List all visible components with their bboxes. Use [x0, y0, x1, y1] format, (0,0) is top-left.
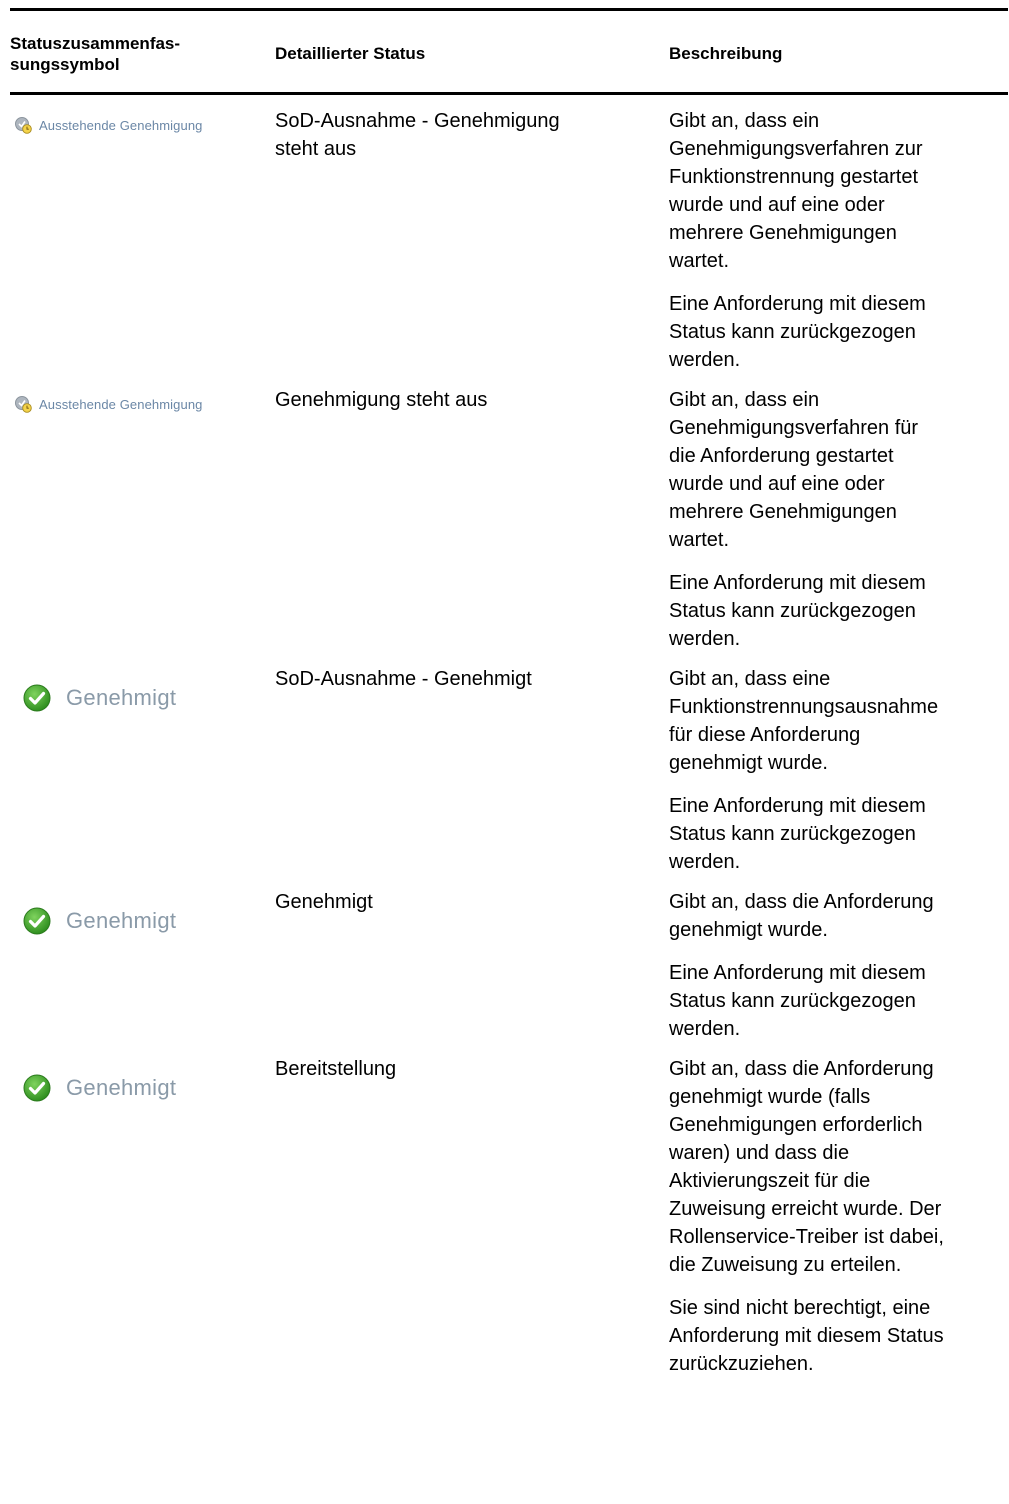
- approved-symbol: Genehmigt: [22, 683, 275, 713]
- description-paragraph: Eine Anforderung mit diesem Status kann …: [669, 569, 1008, 653]
- desc-line: Gibt an, dass die Anforderung: [669, 891, 934, 913]
- desc-line: werden.: [669, 628, 741, 650]
- desc-line: Funktionstrennungsausnahme: [669, 696, 939, 718]
- detail-cell: Bereitstellung: [275, 1043, 669, 1378]
- desc-line: genehmigt wurde (falls: [669, 1086, 871, 1108]
- description-paragraph: Gibt an, dass ein Genehmigungsverfahren …: [669, 107, 1008, 275]
- desc-line: mehrere Genehmigungen: [669, 501, 897, 523]
- desc-line: Eine Anforderung mit diesem: [669, 572, 926, 594]
- approved-label: Genehmigt: [66, 1075, 177, 1100]
- description-cell: Gibt an, dass die Anforderung genehmigt …: [669, 1043, 1008, 1378]
- green-check-icon: [22, 1073, 52, 1103]
- desc-line: waren) und dass die: [669, 1142, 850, 1164]
- table-row: Ausstehende Genehmigung Genehmigung steh…: [10, 374, 1008, 653]
- desc-line: die Zuweisung zu erteilen.: [669, 1254, 902, 1276]
- detail-cell: SoD-Ausnahme - Genehmigt: [275, 653, 669, 876]
- desc-line: Rollenservice-Treiber ist dabei,: [669, 1226, 944, 1248]
- approved-symbol: Genehmigt: [22, 1073, 275, 1103]
- detail-line: Genehmigung steht aus: [275, 389, 488, 411]
- green-check-icon: [22, 906, 52, 936]
- summary-cell: Genehmigt: [10, 876, 275, 935]
- detail-cell: SoD-Ausnahme - Genehmigung steht aus: [275, 95, 669, 374]
- desc-line: Eine Anforderung mit diesem: [669, 293, 926, 315]
- desc-line: mehrere Genehmigungen: [669, 222, 897, 244]
- desc-line: Sie sind nicht berechtigt, eine: [669, 1297, 931, 1319]
- description-paragraph: Gibt an, dass die Anforderung genehmigt …: [669, 1055, 1008, 1279]
- description-paragraph: Gibt an, dass ein Genehmigungsverfahren …: [669, 386, 1008, 554]
- approved-label: Genehmigt: [66, 685, 177, 710]
- pending-approval-symbol: Ausstehende Genehmigung: [14, 116, 275, 134]
- desc-line: wurde und auf eine oder: [669, 194, 885, 216]
- desc-line: Genehmigungsverfahren zur: [669, 138, 923, 160]
- header-detailed-status: Detaillierter Status: [275, 44, 426, 63]
- desc-line: Aktivierungszeit für die: [669, 1170, 871, 1192]
- desc-line: Gibt an, dass ein: [669, 389, 820, 411]
- desc-line: für diese Anforderung: [669, 724, 861, 746]
- status-table: Statuszusammenfas- sungssymbol Detaillie…: [10, 8, 1008, 1378]
- detail-cell: Genehmigung steht aus: [275, 374, 669, 653]
- desc-line: Eine Anforderung mit diesem: [669, 962, 926, 984]
- desc-line: Anforderung mit diesem Status: [669, 1325, 944, 1347]
- pending-approval-symbol: Ausstehende Genehmigung: [14, 395, 275, 413]
- description-paragraph: Sie sind nicht berechtigt, eine Anforder…: [669, 1294, 1008, 1378]
- summary-cell: Ausstehende Genehmigung: [10, 95, 275, 134]
- desc-line: Gibt an, dass die Anforderung: [669, 1058, 934, 1080]
- summary-cell: Ausstehende Genehmigung: [10, 374, 275, 413]
- desc-line: Status kann zurückgezogen: [669, 990, 916, 1012]
- description-paragraph: Gibt an, dass eine Funktionstrennungsaus…: [669, 665, 1008, 777]
- desc-line: zurückzuziehen.: [669, 1353, 814, 1375]
- header-summary-line1: Statuszusammenfas-: [10, 34, 181, 53]
- desc-line: die Anforderung gestartet: [669, 445, 894, 467]
- table-row: Genehmigt SoD-Ausnahme - Genehmigt Gibt …: [10, 653, 1008, 876]
- desc-line: werden.: [669, 349, 741, 371]
- desc-line: Genehmigungen erforderlich: [669, 1114, 923, 1136]
- desc-line: genehmigt wurde.: [669, 919, 828, 941]
- desc-line: werden.: [669, 851, 741, 873]
- detail-line: steht aus: [275, 138, 357, 160]
- desc-line: Status kann zurückgezogen: [669, 823, 916, 845]
- desc-line: genehmigt wurde.: [669, 752, 828, 774]
- table-row: Genehmigt Bereitstellung Gibt an, dass d…: [10, 1043, 1008, 1378]
- description-cell: Gibt an, dass ein Genehmigungsverfahren …: [669, 374, 1008, 653]
- desc-line: wurde und auf eine oder: [669, 473, 885, 495]
- pending-approval-label: Ausstehende Genehmigung: [39, 117, 203, 133]
- desc-line: wartet.: [669, 250, 730, 272]
- pending-clock-icon: [14, 395, 32, 413]
- desc-line: Gibt an, dass eine: [669, 668, 831, 690]
- detail-line: SoD-Ausnahme - Genehmigt: [275, 668, 532, 690]
- detail-line: SoD-Ausnahme - Genehmigung: [275, 110, 560, 132]
- desc-line: wartet.: [669, 529, 730, 551]
- summary-cell: Genehmigt: [10, 653, 275, 712]
- desc-line: Zuweisung erreicht wurde. Der: [669, 1198, 942, 1220]
- approved-label: Genehmigt: [66, 908, 177, 933]
- desc-line: werden.: [669, 1018, 741, 1040]
- description-paragraph: Eine Anforderung mit diesem Status kann …: [669, 959, 1008, 1043]
- table-header: Statuszusammenfas- sungssymbol Detaillie…: [10, 11, 1008, 95]
- header-description: Beschreibung: [669, 44, 783, 63]
- header-summary-line2: sungssymbol: [10, 55, 120, 74]
- detail-line: Genehmigt: [275, 891, 373, 913]
- detail-line: Bereitstellung: [275, 1058, 397, 1080]
- pending-clock-icon: [14, 116, 32, 134]
- table-row: Genehmigt Genehmigt Gibt an, dass die An…: [10, 876, 1008, 1043]
- description-cell: Gibt an, dass eine Funktionstrennungsaus…: [669, 653, 1008, 876]
- description-cell: Gibt an, dass die Anforderung genehmigt …: [669, 876, 1008, 1043]
- desc-line: Eine Anforderung mit diesem: [669, 795, 926, 817]
- desc-line: Status kann zurückgezogen: [669, 321, 916, 343]
- detail-cell: Genehmigt: [275, 876, 669, 1043]
- desc-line: Funktionstrennung gestartet: [669, 166, 919, 188]
- description-cell: Gibt an, dass ein Genehmigungsverfahren …: [669, 95, 1008, 374]
- approved-symbol: Genehmigt: [22, 906, 275, 936]
- desc-line: Gibt an, dass ein: [669, 110, 820, 132]
- desc-line: Genehmigungsverfahren für: [669, 417, 919, 439]
- description-paragraph: Eine Anforderung mit diesem Status kann …: [669, 792, 1008, 876]
- desc-line: Status kann zurückgezogen: [669, 600, 916, 622]
- summary-cell: Genehmigt: [10, 1043, 275, 1102]
- pending-approval-label: Ausstehende Genehmigung: [39, 396, 203, 412]
- green-check-icon: [22, 683, 52, 713]
- description-paragraph: Eine Anforderung mit diesem Status kann …: [669, 290, 1008, 374]
- table-row: Ausstehende Genehmigung SoD-Ausnahme - G…: [10, 95, 1008, 374]
- description-paragraph: Gibt an, dass die Anforderung genehmigt …: [669, 888, 1008, 944]
- header-summary-symbol: Statuszusammenfas- sungssymbol: [10, 11, 275, 92]
